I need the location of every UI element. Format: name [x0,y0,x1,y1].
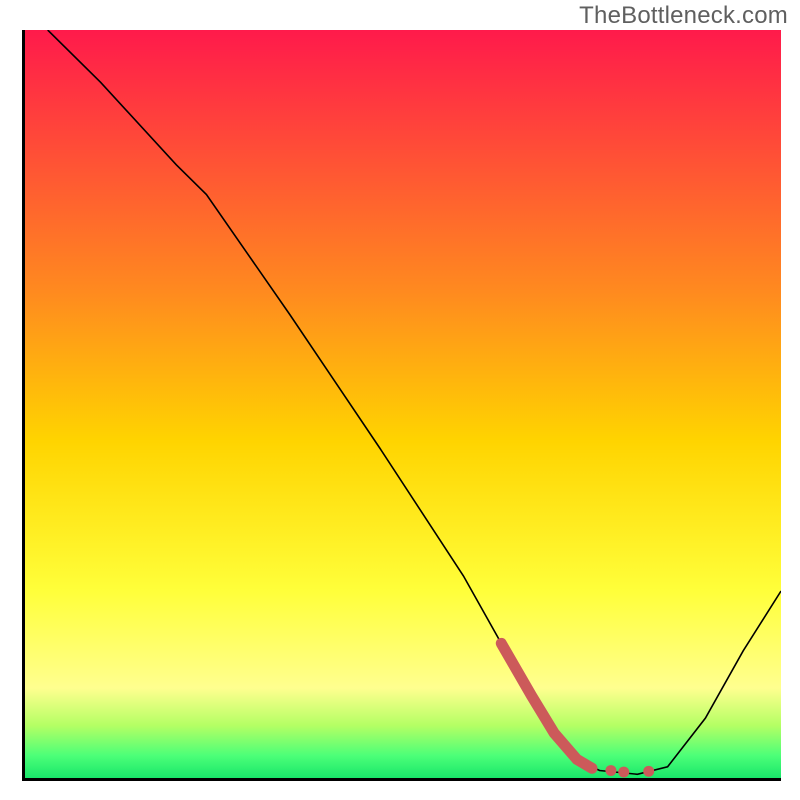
chart-frame: TheBottleneck.com [0,0,800,800]
optimal-dot [618,767,629,778]
watermark-text: TheBottleneck.com [579,2,788,30]
heat-background [25,30,781,778]
plot-area [22,30,781,781]
optimal-dot [643,766,654,777]
chart-svg [25,30,781,778]
optimal-dot [605,765,616,776]
